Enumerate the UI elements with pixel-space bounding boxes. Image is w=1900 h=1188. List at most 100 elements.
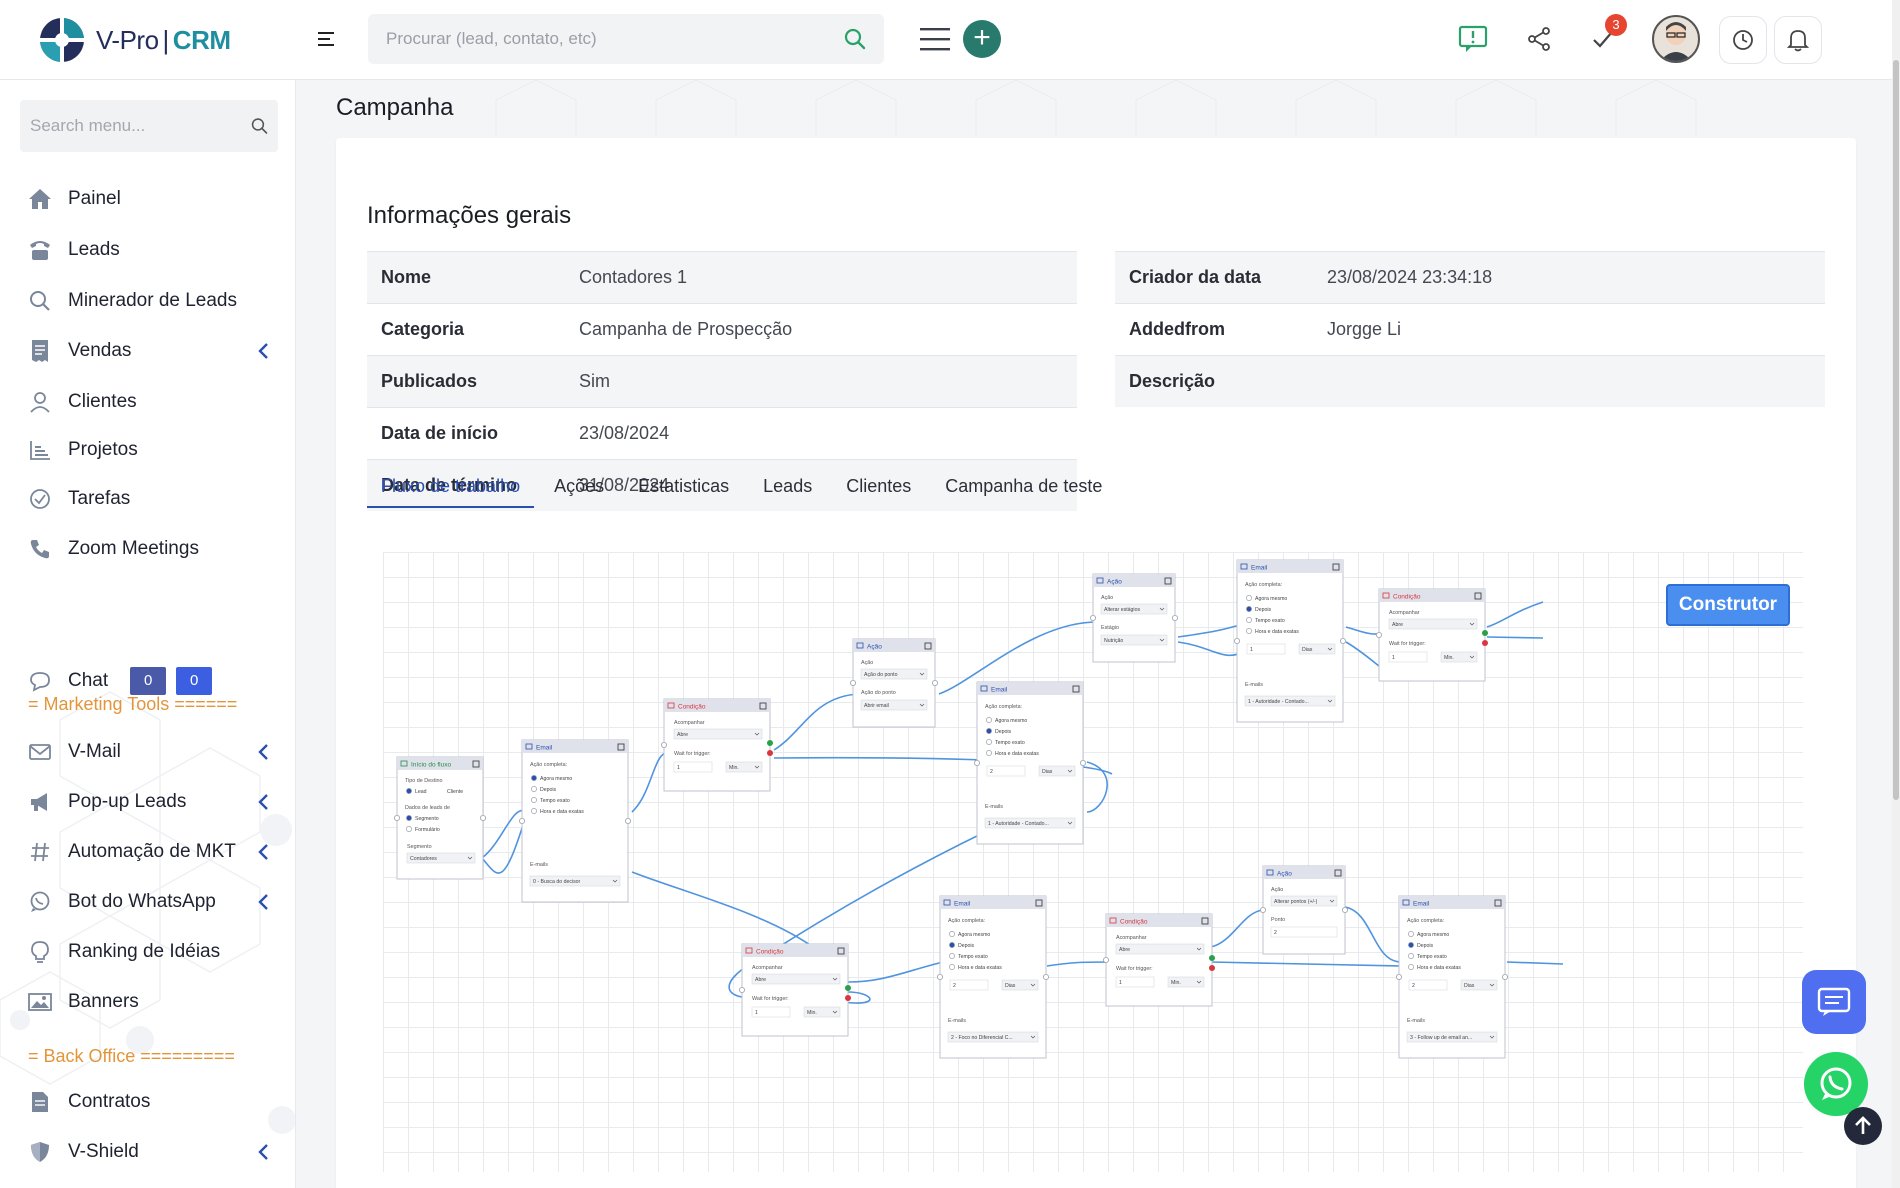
- feedback-icon[interactable]: [1456, 22, 1490, 56]
- sidebar-item-v-shield[interactable]: V-Shield: [28, 1135, 278, 1169]
- share-icon[interactable]: [1522, 22, 1556, 56]
- node-input-port[interactable]: [937, 973, 944, 980]
- node-input-port[interactable]: [660, 741, 667, 748]
- notifications-button[interactable]: [1774, 16, 1822, 64]
- tab-acoes[interactable]: Ações: [540, 464, 618, 508]
- node-output-yes[interactable]: [1482, 630, 1488, 636]
- node-output-port[interactable]: [932, 679, 939, 686]
- node-input-port[interactable]: [1103, 956, 1110, 963]
- node-input-port[interactable]: [1260, 906, 1267, 913]
- workflow-diagram[interactable]: Início do fluxo Tipo de Destino Lead Client…: [383, 552, 1803, 1172]
- node-radio[interactable]: [1408, 931, 1414, 937]
- node-output-port[interactable]: [480, 814, 487, 821]
- workflow-canvas[interactable]: Início do fluxo Tipo de Destino Lead Client…: [383, 552, 1803, 1172]
- sidebar-item-banners[interactable]: Banners: [28, 985, 278, 1019]
- node-output-port[interactable]: [1340, 638, 1347, 645]
- node-radio[interactable]: [1408, 953, 1414, 959]
- node-output-no[interactable]: [845, 995, 851, 1001]
- node-output-no[interactable]: [1209, 965, 1215, 971]
- chat-count-badge[interactable]: 0: [130, 667, 167, 695]
- node-radio[interactable]: [986, 739, 992, 745]
- node-radio[interactable]: [949, 942, 955, 948]
- tab-fluxo-de-trabalho[interactable]: Fluxo de trabalho: [367, 464, 535, 508]
- sidebar-item-tarefas[interactable]: Tarefas: [28, 482, 278, 516]
- workflow-node-email3[interactable]: Email Ação completa: Agora mesmo Depois Temp…: [1234, 559, 1347, 723]
- chevron-left-icon[interactable]: [256, 342, 270, 360]
- node-input-port[interactable]: [393, 814, 400, 821]
- node-radio[interactable]: [1408, 942, 1414, 948]
- sidebar-item-ranking-de-ideias[interactable]: Ranking de Idéias: [28, 935, 278, 969]
- node-output-yes[interactable]: [1209, 955, 1215, 961]
- chevron-left-icon[interactable]: [256, 793, 270, 811]
- sidebar-item-chat[interactable]: Chat 0 0: [28, 664, 278, 698]
- history-button[interactable]: [1719, 16, 1767, 64]
- node-radio[interactable]: [1408, 964, 1414, 970]
- workflow-node-cond1[interactable]: Condição Acompanhar Abre Wait for trigger: 1…: [660, 698, 773, 792]
- node-radio[interactable]: [949, 964, 955, 970]
- sidebar-item-contratos[interactable]: Contratos: [28, 1085, 278, 1119]
- node-radio[interactable]: [406, 815, 412, 821]
- menu-search-input[interactable]: [30, 116, 251, 136]
- sidebar-item-bot-do-whatsapp[interactable]: Bot do WhatsApp: [28, 885, 278, 919]
- workflow-node-acao2[interactable]: Ação Ação Alterar estágios Estágio Nutrição: [1090, 573, 1179, 663]
- node-radio[interactable]: [531, 797, 537, 803]
- workflow-node-email2[interactable]: Email Ação completa: Agora mesmo Depois Temp…: [974, 681, 1087, 845]
- scroll-to-top-button[interactable]: [1844, 1107, 1882, 1145]
- scrollbar-thumb[interactable]: [1893, 60, 1899, 800]
- sidebar-item-painel[interactable]: Painel: [28, 182, 278, 216]
- sidebar-item-zoom-meetings[interactable]: Zoom Meetings: [28, 532, 278, 566]
- node-output-port[interactable]: [1502, 973, 1509, 980]
- sidebar-item-projetos[interactable]: Projetos: [28, 433, 278, 467]
- sidebar-item-clientes[interactable]: Clientes: [28, 385, 278, 419]
- sidebar-item-pop-up-leads[interactable]: Pop-up Leads: [28, 785, 278, 819]
- node-radio[interactable]: [1246, 628, 1252, 634]
- global-search-input[interactable]: [386, 29, 844, 49]
- node-radio[interactable]: [986, 750, 992, 756]
- node-output-no[interactable]: [767, 750, 773, 756]
- quick-add-button[interactable]: +: [963, 20, 1001, 58]
- node-output-port[interactable]: [624, 817, 631, 824]
- tab-estatisticas[interactable]: Estatisticas: [624, 464, 743, 508]
- app-logo[interactable]: V-Pro | CRM: [38, 16, 231, 64]
- node-radio[interactable]: [406, 788, 412, 794]
- node-radio[interactable]: [1246, 606, 1252, 612]
- node-radio[interactable]: [949, 953, 955, 959]
- node-input-port[interactable]: [518, 817, 525, 824]
- builder-button[interactable]: Construtor: [1666, 584, 1790, 626]
- node-radio[interactable]: [1246, 617, 1252, 623]
- tab-campanha-de-teste[interactable]: Campanha de teste: [931, 464, 1116, 508]
- node-radio[interactable]: [531, 775, 537, 781]
- sidebar-item-automacao-de-mkt[interactable]: Automação de MKT: [28, 835, 278, 869]
- workflow-node-email5[interactable]: Email Ação completa: Agora mesmo Depois Temp…: [1396, 895, 1509, 1059]
- chevron-left-icon[interactable]: [256, 893, 270, 911]
- tab-clientes[interactable]: Clientes: [832, 464, 925, 508]
- tab-leads[interactable]: Leads: [749, 464, 826, 508]
- node-radio[interactable]: [531, 808, 537, 814]
- node-radio[interactable]: [1246, 595, 1252, 601]
- workflow-node-cond4[interactable]: Condição Acompanhar Abre Wait for trigger: 1…: [1103, 913, 1215, 1007]
- node-radio[interactable]: [986, 717, 992, 723]
- node-input-port[interactable]: [1376, 632, 1383, 639]
- workflow-node-start[interactable]: Início do fluxo Tipo de Destino Lead Client…: [393, 756, 487, 880]
- node-output-port[interactable]: [1080, 759, 1087, 766]
- node-input-port[interactable]: [1234, 638, 1241, 645]
- node-output-no[interactable]: [1482, 640, 1488, 646]
- search-icon[interactable]: [251, 115, 268, 137]
- chevron-left-icon[interactable]: [256, 843, 270, 861]
- menu-search-box[interactable]: [20, 100, 278, 152]
- node-output-port[interactable]: [1342, 906, 1349, 913]
- node-input-port[interactable]: [1396, 973, 1403, 980]
- node-number-input[interactable]: [1270, 926, 1338, 938]
- sidebar-item-vendas[interactable]: Vendas: [28, 334, 278, 368]
- workflow-node-acao1[interactable]: Ação Ação Ação do ponto Ação do ponto Abrir …: [849, 638, 939, 728]
- support-chat-button[interactable]: [1802, 970, 1866, 1034]
- chat-count-badge[interactable]: 0: [176, 667, 213, 695]
- workflow-node-cond2[interactable]: Condição Acompanhar Abre Wait for trigger: 1…: [1376, 588, 1488, 682]
- sidebar-item-minerador-de-leads[interactable]: Minerador de Leads: [28, 284, 278, 318]
- sidebar-item-leads[interactable]: Leads: [28, 233, 278, 267]
- workflow-node-cond3[interactable]: Condição Acompanhar Abre Wait for trigger: 1…: [738, 943, 851, 1037]
- node-radio[interactable]: [949, 931, 955, 937]
- workflow-node-email1[interactable]: Email Ação completa: Agora mesmo Depois Temp…: [518, 739, 631, 903]
- node-input-port[interactable]: [849, 679, 856, 686]
- chevron-left-icon[interactable]: [256, 1143, 270, 1161]
